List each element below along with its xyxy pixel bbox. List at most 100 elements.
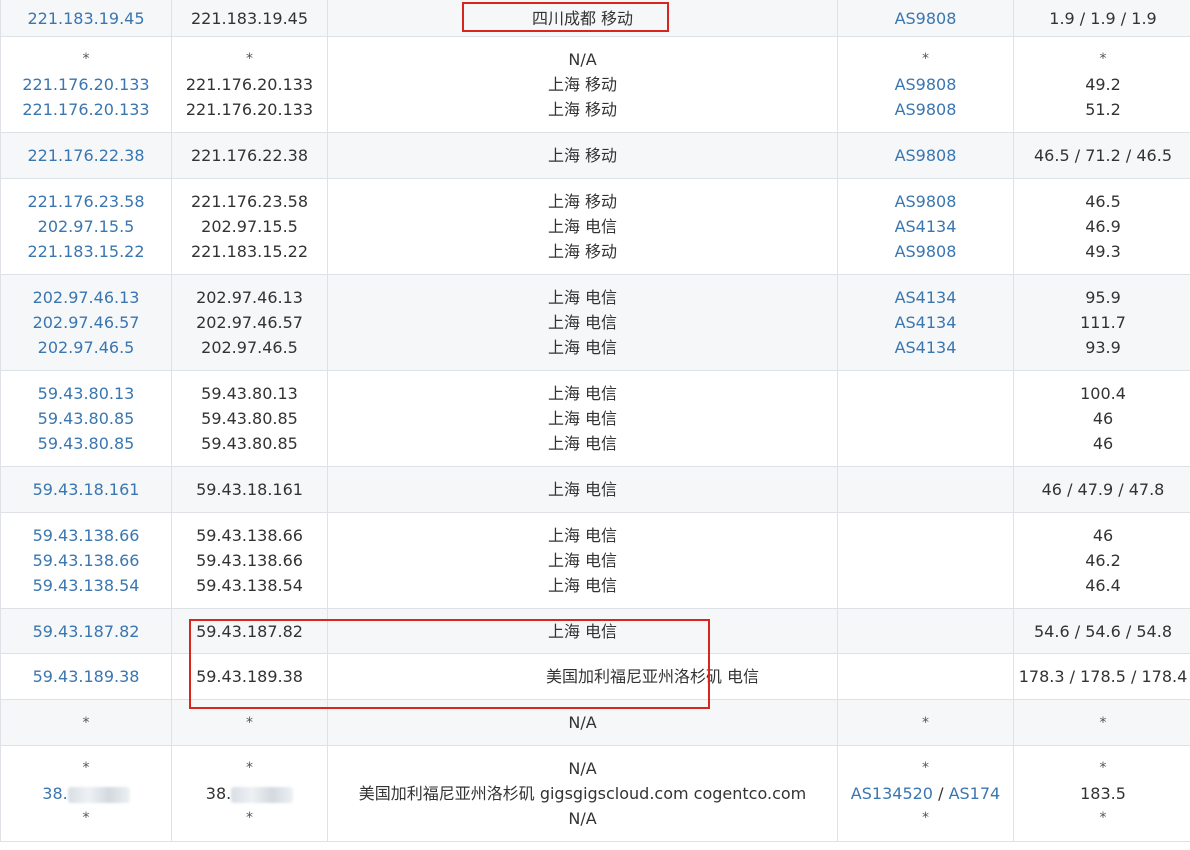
asn-link[interactable]: AS9808 [839,72,1013,97]
latency-text: 111.7 [1080,313,1126,332]
host-link[interactable]: 221.176.20.133 [2,72,171,97]
asn-link[interactable]: AS4134 [839,214,1013,239]
latency-cell: 46.5 / 71.2 / 46.5 [1013,132,1190,179]
ip-text: 59.43.138.66 [196,551,303,570]
ip-text: 221.176.22.38 [190,146,309,165]
table-row: * 38. * * 38. * N/A 美国加利福尼亚州洛杉矶 gigsgigs… [0,745,1190,842]
host-link[interactable]: 202.97.46.13 [2,285,171,310]
host-link[interactable]: 59.43.138.66 [2,548,171,573]
ip-star: * [246,51,253,67]
ip-text: 221.176.23.58 [190,192,309,211]
location-cell: 四川成都 移动 [327,0,838,37]
table-row: 59.43.189.38 59.43.189.38 美国加利福尼亚州洛杉矶 电信… [0,653,1190,700]
ip-text: 59.43.80.85 [201,434,298,453]
ip-cell: 59.43.189.38 [171,653,328,700]
host-star: * [82,810,90,826]
ip-cell: 221.176.23.58 202.97.15.5 221.183.15.22 [171,178,328,275]
location-text: 上海 电信 [547,313,618,332]
asn-link[interactable]: AS4134 [839,285,1013,310]
latency-cell: 95.9 111.7 93.9 [1013,274,1190,371]
ip-cell: 59.43.18.161 [171,466,328,513]
redacted-blur [231,786,294,803]
host-link[interactable]: 59.43.80.13 [2,381,171,406]
asn-link[interactable]: AS4134 [839,335,1013,360]
host-link[interactable]: 38. [42,784,67,803]
table-row: 221.183.19.45 221.183.19.45 四川成都 移动 AS98… [0,0,1190,37]
asn-link[interactable]: AS4134 [839,310,1013,335]
asn-cell: * AS134520 / AS174 * [837,745,1014,842]
host-cell: * [0,699,172,746]
host-link[interactable]: 59.43.138.54 [2,573,171,598]
ip-text: 38. [205,784,232,803]
ip-text: 59.43.189.38 [196,667,303,686]
ip-text: 59.43.80.13 [201,384,298,403]
host-link[interactable]: 221.176.23.58 [2,189,171,214]
ip-cell: 59.43.80.13 59.43.80.85 59.43.80.85 [171,370,328,467]
location-text: N/A [568,809,597,828]
latency-cell: * 49.2 51.2 [1013,36,1190,133]
latency-text: 46.9 [1085,217,1121,236]
latency-text: 95.9 [1085,288,1121,307]
host-link[interactable]: 221.176.22.38 [27,146,144,165]
asn-link[interactable]: AS9808 [839,97,1013,122]
host-link[interactable]: 59.43.138.66 [2,523,171,548]
asn-star: * [922,715,929,731]
latency-text: 46.5 / 71.2 / 46.5 [1034,146,1172,165]
asn-link[interactable]: AS9808 [895,9,957,28]
ip-cell: 221.183.19.45 [171,0,328,37]
host-link[interactable]: 59.43.18.161 [33,480,140,499]
host-cell: 59.43.80.13 59.43.80.85 59.43.80.85 [0,370,172,467]
host-link[interactable]: 202.97.46.57 [2,310,171,335]
ip-cell: * 38. * [171,745,328,842]
asn-cell: AS4134 AS4134 AS4134 [837,274,1014,371]
host-link[interactable]: 202.97.15.5 [2,214,171,239]
ip-star: * [246,715,253,731]
latency-text: 51.2 [1085,100,1121,119]
host-link[interactable]: 59.43.80.85 [2,406,171,431]
host-star: * [82,51,90,67]
host-star: * [82,760,90,776]
table-row: 59.43.138.66 59.43.138.66 59.43.138.54 5… [0,512,1190,609]
host-link[interactable]: 59.43.80.85 [2,431,171,456]
latency-cell: 100.4 46 46 [1013,370,1190,467]
ip-cell: * [171,699,328,746]
host-link[interactable]: 59.43.187.82 [33,622,140,641]
ip-star: * [246,810,253,826]
asn-link[interactable]: AS134520 [851,784,933,803]
location-cell: 上海 移动 上海 电信 上海 移动 [327,178,838,275]
asn-link[interactable]: AS174 [949,784,1001,803]
ip-cell: 59.43.138.66 59.43.138.66 59.43.138.54 [171,512,328,609]
ip-text: 202.97.46.5 [201,338,298,357]
location-text: 上海 移动 [547,242,618,261]
host-cell: * 38. * [0,745,172,842]
latency-cell: 54.6 / 54.6 / 54.8 [1013,608,1190,654]
host-link[interactable]: 202.97.46.5 [2,335,171,360]
asn-cell [837,370,1014,467]
asn-cell [837,512,1014,609]
asn-cell [837,653,1014,700]
host-link[interactable]: 221.176.20.133 [2,97,171,122]
latency-text: 54.6 / 54.6 / 54.8 [1034,621,1172,641]
host-link[interactable]: 59.43.189.38 [33,667,140,686]
asn-link[interactable]: AS9808 [839,239,1013,264]
location-text: 上海 电信 [547,288,618,307]
ip-text: 202.97.15.5 [201,217,298,236]
host-cell: 59.43.187.82 [0,608,172,654]
ip-text: 221.176.20.133 [185,75,314,94]
location-text: 上海 电信 [547,576,618,595]
host-cell: 59.43.138.66 59.43.138.66 59.43.138.54 [0,512,172,609]
latency-cell: 46.5 46.9 49.3 [1013,178,1190,275]
host-link[interactable]: 221.183.15.22 [2,239,171,264]
asn-cell: AS9808 AS4134 AS9808 [837,178,1014,275]
table-row: 59.43.18.161 59.43.18.161 上海 电信 46 / 47.… [0,466,1190,513]
location-cell: N/A 美国加利福尼亚州洛杉矶 gigsgigscloud.com cogent… [327,745,838,842]
host-cell: 59.43.189.38 [0,653,172,700]
location-cell: 上海 电信 [327,466,838,513]
host-link[interactable]: 221.183.19.45 [27,9,144,28]
asn-link[interactable]: AS9808 [839,189,1013,214]
redacted-blur [67,786,130,803]
ip-cell: 221.176.22.38 [171,132,328,179]
asn-link[interactable]: AS9808 [895,146,957,165]
ip-text: 221.176.20.133 [185,100,314,119]
latency-text: 46.5 [1085,192,1121,211]
